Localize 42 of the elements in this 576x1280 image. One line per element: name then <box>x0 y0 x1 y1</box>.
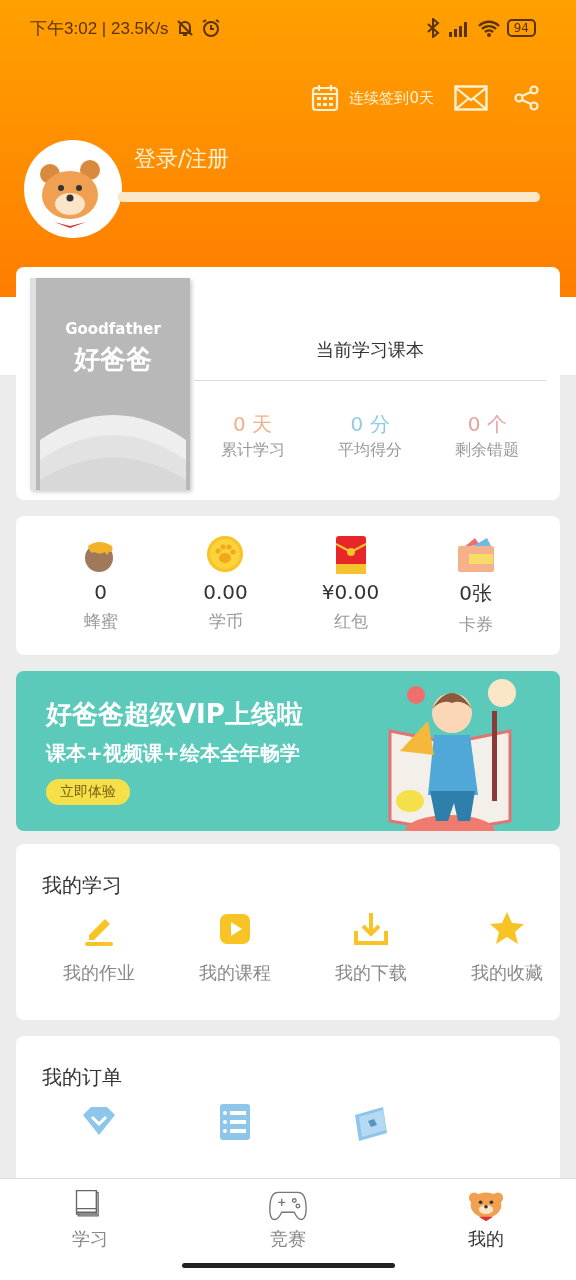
book-cover[interactable]: Goodfather 好爸爸 <box>30 278 190 490</box>
stat-label: 累计学习 <box>220 440 285 461</box>
mail-icon[interactable] <box>454 85 488 111</box>
stat-value: 0 天 <box>233 411 273 438</box>
calendar-icon[interactable] <box>311 84 340 112</box>
wallet-value[interactable]: 0张 <box>459 580 492 607</box>
stat-value: 0 分 <box>350 411 390 438</box>
wallet-label[interactable]: 卡券 <box>458 613 493 636</box>
nav-tab[interactable]: 竞赛 <box>238 1187 338 1251</box>
banner-title: 好爸爸超级VIP上线啦 <box>46 698 303 731</box>
try-now-button[interactable]: 立即体验 <box>46 779 130 805</box>
wallet-label[interactable]: 学币 <box>208 610 243 633</box>
status-time: 下午3:02 | 23.5K/s <box>30 17 169 40</box>
cover-brand: Goodfather <box>65 320 161 338</box>
wallet-label[interactable]: 蜂蜜 <box>83 610 118 633</box>
login-link[interactable]: 登录/注册 <box>134 144 540 174</box>
stat-label: 平均得分 <box>338 440 402 461</box>
promo-banner[interactable]: 好爸爸超级VIP上线啦 课本+视频课+绘本全年畅学 立即体验 <box>16 671 560 831</box>
menu-item-label[interactable]: 我的收藏 <box>471 961 543 985</box>
bear-avatar[interactable] <box>24 140 122 238</box>
checkin-label[interactable]: 连续签到0天 <box>349 88 434 108</box>
stat-value: 0 个 <box>467 411 507 438</box>
wifi-icon <box>476 18 501 38</box>
textbook-title: 当前学习课本 <box>315 338 425 362</box>
menu-item-label[interactable]: 我的课程 <box>199 961 271 985</box>
menu-item-label[interactable]: 我的下载 <box>335 961 407 985</box>
menu-item-label[interactable]: 我的作业 <box>63 961 135 985</box>
alarm-icon <box>200 18 221 38</box>
stat-label: 剩余错题 <box>455 440 520 461</box>
wallet-value[interactable]: 0 <box>94 580 107 604</box>
section-title: 我的学习 <box>42 872 123 899</box>
share-icon[interactable] <box>514 85 540 111</box>
nav-tab[interactable]: 我的 <box>436 1187 536 1251</box>
wallet-label[interactable]: 红包 <box>333 610 368 633</box>
nav-tab[interactable]: 学习 <box>40 1187 140 1251</box>
battery-indicator: 94 <box>506 19 536 37</box>
banner-subtitle: 课本+视频课+绘本全年畅学 <box>46 740 300 767</box>
muted-bell-icon <box>174 18 195 38</box>
wallet-value[interactable]: ¥0.00 <box>321 580 380 604</box>
wallet-value[interactable]: 0.00 <box>203 580 248 604</box>
section-title: 我的订单 <box>42 1064 123 1091</box>
cover-title: 好爸爸 <box>74 343 152 376</box>
